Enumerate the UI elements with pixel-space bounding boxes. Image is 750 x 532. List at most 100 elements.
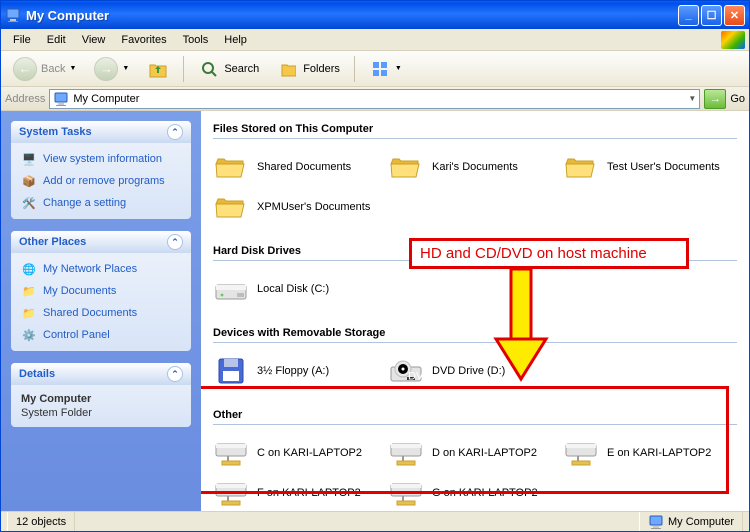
status-location-label: My Computer (668, 516, 734, 528)
details-type: System Folder (21, 407, 181, 419)
my-computer-icon (648, 514, 664, 530)
address-dropdown-icon[interactable]: ▼ (688, 94, 696, 103)
panel-header[interactable]: Other Places ⌃ (11, 231, 191, 253)
info-icon: 🖥️ (21, 151, 37, 167)
forward-dropdown-icon: ▼ (122, 65, 129, 72)
folders-button[interactable]: Folders (271, 55, 346, 83)
maximize-button[interactable]: ☐ (701, 5, 722, 26)
floppy-icon (213, 355, 249, 387)
menu-edit[interactable]: Edit (39, 31, 74, 49)
link-change-setting[interactable]: 🛠️ Change a setting (21, 195, 181, 211)
item-label: Test User's Documents (607, 161, 728, 173)
chevron-up-icon: ⌃ (167, 234, 183, 250)
folder-icon: 📁 (21, 283, 37, 299)
address-label: Address (5, 93, 45, 105)
item-label: Shared Documents (257, 161, 378, 173)
back-dropdown-icon: ▼ (69, 65, 76, 72)
folder-item[interactable]: Test User's Documents (563, 147, 728, 187)
window-title: My Computer (26, 8, 678, 23)
my-computer-icon (53, 91, 69, 107)
menubar: File Edit View Favorites Tools Help (1, 29, 749, 51)
link-control-panel[interactable]: ⚙️ Control Panel (21, 327, 181, 343)
panel-system-tasks: System Tasks ⌃ 🖥️ View system information… (11, 121, 191, 219)
go-button[interactable]: → (704, 89, 726, 109)
search-label: Search (224, 63, 259, 75)
sidebar: System Tasks ⌃ 🖥️ View system information… (1, 111, 201, 511)
item-label: Kari's Documents (432, 161, 553, 173)
link-label: Change a setting (43, 197, 126, 209)
annotation-arrow-icon (491, 269, 551, 384)
address-field[interactable]: My Computer ▼ (49, 89, 700, 109)
details-name: My Computer (21, 393, 181, 405)
link-label: Control Panel (43, 329, 110, 341)
address-value: My Computer (73, 93, 139, 105)
programs-icon: 📦 (21, 173, 37, 189)
panel-title: System Tasks (19, 126, 92, 138)
body: System Tasks ⌃ 🖥️ View system information… (1, 111, 749, 511)
group-header-files: Files Stored on This Computer (213, 119, 737, 139)
menu-help[interactable]: Help (216, 31, 255, 49)
folder-item[interactable]: Shared Documents (213, 147, 378, 187)
folder-icon: 📁 (21, 305, 37, 321)
folder-open-icon (213, 151, 249, 183)
close-button[interactable]: ✕ (724, 5, 745, 26)
menu-file[interactable]: File (5, 31, 39, 49)
back-label: Back (41, 63, 65, 75)
minimize-button[interactable]: _ (678, 5, 699, 26)
menu-tools[interactable]: Tools (175, 31, 217, 49)
link-label: My Documents (43, 285, 116, 297)
link-shared-docs[interactable]: 📁Shared Documents (21, 305, 181, 321)
window: My Computer _ ☐ ✕ File Edit View Favorit… (0, 0, 750, 532)
address-bar: Address My Computer ▼ → Go (1, 87, 749, 111)
go-label: Go (730, 93, 745, 105)
link-system-info[interactable]: 🖥️ View system information (21, 151, 181, 167)
toolbar-separator (183, 56, 184, 82)
folder-item[interactable]: XPMUser's Documents (213, 187, 378, 227)
status-location: My Computer (639, 512, 743, 531)
folders-label: Folders (303, 63, 340, 75)
views-button[interactable]: ▼ (363, 55, 408, 83)
link-label: My Network Places (43, 263, 137, 275)
menu-favorites[interactable]: Favorites (113, 31, 174, 49)
panel-details: Details ⌃ My Computer System Folder (11, 363, 191, 427)
statusbar: 12 objects My Computer (1, 511, 749, 531)
views-dropdown-icon: ▼ (395, 65, 402, 72)
toolbar-separator (354, 56, 355, 82)
drive-item[interactable]: 3½ Floppy (A:) (213, 351, 378, 391)
control-panel-icon: ⚙️ (21, 327, 37, 343)
panel-header[interactable]: System Tasks ⌃ (11, 121, 191, 143)
back-button[interactable]: ← Back ▼ (7, 54, 82, 84)
chevron-up-icon: ⌃ (167, 366, 183, 382)
windows-flag-icon (721, 31, 745, 49)
folders-icon (277, 58, 299, 80)
titlebar[interactable]: My Computer _ ☐ ✕ (1, 1, 749, 29)
search-button[interactable]: Search (192, 55, 265, 83)
drive-item[interactable]: Local Disk (C:) (213, 269, 378, 309)
status-object-count: 12 objects (7, 512, 75, 531)
annotation-outline (201, 386, 729, 494)
menu-view[interactable]: View (74, 31, 114, 49)
panel-other-places: Other Places ⌃ 🌐 My Network Places 📁 My Do… (11, 231, 191, 351)
network-icon: 🌐 (21, 261, 37, 277)
link-add-remove[interactable]: 📦Add or remove programs (21, 173, 181, 189)
link-my-documents[interactable]: 📁 My Documents (21, 283, 181, 299)
forward-button[interactable]: → ▼ (88, 54, 135, 84)
folder-up-icon (147, 58, 169, 80)
item-label: XPMUser's Documents (257, 201, 378, 213)
forward-arrow-icon: → (94, 57, 118, 81)
folder-item[interactable]: Kari's Documents (388, 147, 553, 187)
settings-icon: 🛠️ (21, 195, 37, 211)
panel-title: Other Places (19, 236, 86, 248)
chevron-up-icon: ⌃ (167, 124, 183, 140)
folder-open-icon (388, 151, 424, 183)
annotation-callout: HD and CD/DVD on host machine (409, 238, 689, 269)
hdd-icon (213, 273, 249, 305)
item-label: Local Disk (C:) (257, 283, 378, 295)
folder-open-icon (213, 191, 249, 223)
item-label: 3½ Floppy (A:) (257, 365, 378, 377)
link-label: View system information (43, 153, 162, 165)
link-network-places[interactable]: 🌐 My Network Places (21, 261, 181, 277)
panel-header[interactable]: Details ⌃ (11, 363, 191, 385)
up-button[interactable] (141, 55, 175, 83)
toolbar: ← Back ▼ → ▼ Search Folders ▼ (1, 51, 749, 87)
